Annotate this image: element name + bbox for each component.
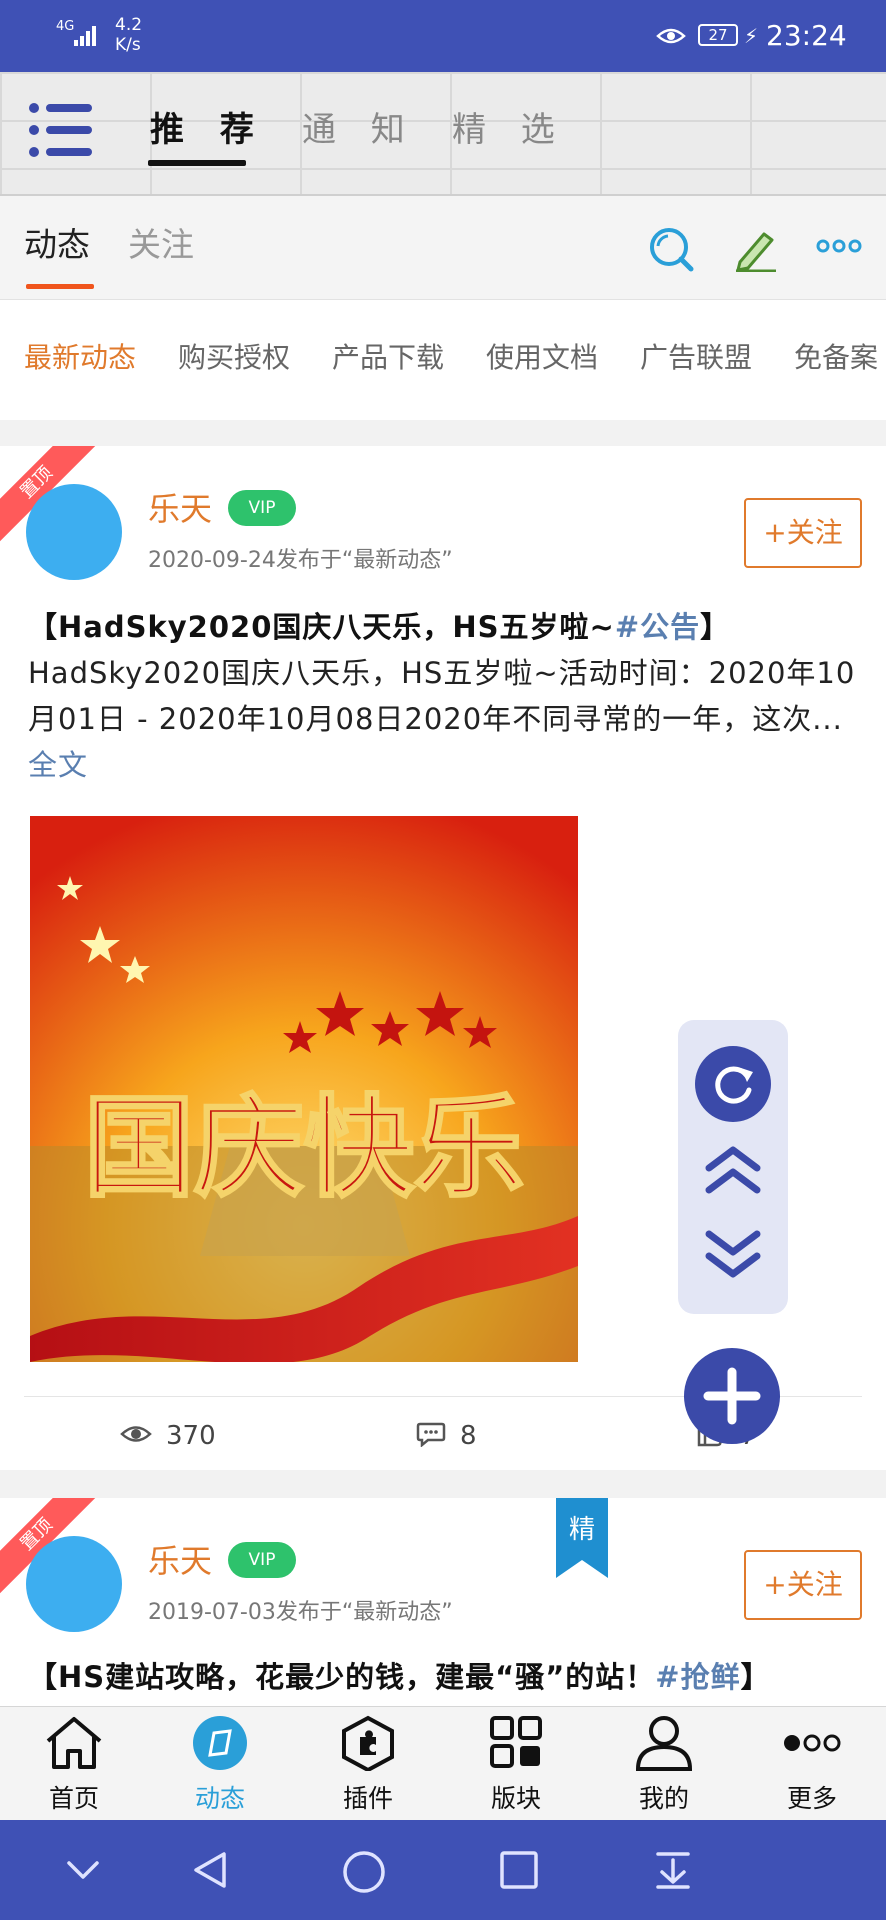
- eye-comfort-icon: [656, 28, 686, 44]
- vip-badge: VIP: [228, 1542, 296, 1578]
- read-more-link[interactable]: 全文: [28, 748, 88, 782]
- post-card[interactable]: 置顶 精 乐天 VIP 2019-07-03发布于“最新动态” +关注 【HS建…: [0, 1498, 886, 1706]
- edit-icon[interactable]: [732, 226, 778, 272]
- category-no-icp[interactable]: 免备案: [794, 336, 878, 376]
- system-navigation: [0, 1820, 886, 1920]
- clock: 23:24: [766, 19, 847, 52]
- poster-text: 国庆快乐: [84, 1083, 524, 1212]
- comment-icon[interactable]: [416, 1421, 446, 1447]
- more-dots-icon: [784, 1734, 841, 1752]
- post-title-end: 】: [740, 1660, 771, 1694]
- post-content[interactable]: 【HadSky2020国庆八天乐，HS五岁啦~#公告】 HadSky2020国庆八…: [28, 604, 858, 788]
- follow-button[interactable]: +关注: [744, 1550, 862, 1620]
- tab-featured[interactable]: 精 选: [452, 102, 567, 151]
- post-card[interactable]: 置顶 乐天 VIP 2020-09-24发布于“最新动态” +关注 【HadSk…: [0, 446, 886, 1470]
- nav-more-label: 更多: [786, 1784, 837, 1813]
- plugin-icon: [342, 1715, 394, 1773]
- app-screen: 4G 4.2 K/s 27 ⚡ 23:24 推 荐 通 知 精 选 动态 关注 …: [0, 0, 886, 1920]
- nav-activity-label: 动态: [194, 1784, 245, 1813]
- views-count: 370: [166, 1421, 216, 1451]
- scroll-top-icon[interactable]: [703, 1144, 763, 1196]
- grid-icon: [490, 1716, 542, 1768]
- scroll-tools: [678, 1020, 788, 1314]
- category-download[interactable]: 产品下载: [332, 336, 444, 376]
- nav-plugins-label: 插件: [342, 1784, 393, 1813]
- battery-icon: 27: [698, 24, 738, 46]
- refresh-icon[interactable]: [695, 1046, 771, 1122]
- more-icon[interactable]: [816, 236, 862, 256]
- nav-more[interactable]: 更多: [752, 1715, 872, 1815]
- nav-home[interactable]: 首页: [14, 1715, 134, 1815]
- speed-unit: K/s: [115, 35, 141, 55]
- signal-icon: [74, 26, 96, 46]
- category-ads[interactable]: 广告联盟: [640, 336, 752, 376]
- active-tab-indicator: [148, 160, 246, 166]
- status-bar: 4G 4.2 K/s 27 ⚡ 23:24: [0, 0, 886, 72]
- nav-activity[interactable]: 动态: [160, 1715, 280, 1815]
- vip-badge: VIP: [228, 490, 296, 526]
- top-navigation: 推 荐 通 知 精 选: [0, 72, 886, 196]
- tab-following[interactable]: 关注: [128, 218, 194, 266]
- sub-header: 动态 关注: [0, 196, 886, 300]
- author-name[interactable]: 乐天: [148, 484, 212, 530]
- avatar[interactable]: [26, 1536, 122, 1632]
- post-title: 【HadSky2020国庆八天乐，HS五岁啦~: [28, 610, 615, 644]
- new-post-button[interactable]: [684, 1348, 780, 1444]
- post-content[interactable]: 【HS建站攻略，花最少的钱，建最“骚”的站！#抢鲜】: [28, 1654, 858, 1700]
- post-title-end: 】: [700, 610, 731, 644]
- comments-count: 8: [460, 1421, 477, 1451]
- charging-icon: ⚡: [744, 24, 759, 48]
- nav-home-label: 首页: [48, 1784, 99, 1813]
- user-icon: [635, 1716, 693, 1771]
- category-docs[interactable]: 使用文档: [486, 336, 598, 376]
- nav-boards[interactable]: 版块: [456, 1715, 576, 1815]
- home-circle-icon[interactable]: [342, 1850, 386, 1894]
- nav-profile[interactable]: 我的: [604, 1715, 724, 1815]
- category-bar: 最新动态 购买授权 产品下载 使用文档 广告联盟 免备案: [0, 300, 886, 420]
- notification-shade-icon[interactable]: [654, 1850, 692, 1890]
- author-name[interactable]: 乐天: [148, 1536, 212, 1582]
- post-tag[interactable]: #抢鲜: [655, 1660, 740, 1694]
- post-tag[interactable]: #公告: [615, 610, 700, 644]
- speed-value: 4.2: [115, 15, 143, 35]
- post-meta: 2019-07-03发布于“最新动态”: [148, 1600, 453, 1625]
- back-icon[interactable]: [190, 1850, 230, 1890]
- avatar[interactable]: [26, 484, 122, 580]
- recents-icon[interactable]: [500, 1850, 538, 1890]
- subtab-indicator: [26, 284, 94, 289]
- featured-badge: 精: [556, 1498, 608, 1578]
- category-purchase[interactable]: 购买授权: [178, 336, 290, 376]
- tab-notifications[interactable]: 通 知: [302, 102, 417, 151]
- bottom-navigation: 首页 动态 插件 版块 我的 更多: [0, 1706, 886, 1820]
- nav-plugins[interactable]: 插件: [308, 1715, 428, 1815]
- post-title: 【HS建站攻略，花最少的钱，建最“骚”的站！: [28, 1660, 656, 1694]
- post-excerpt: HadSky2020国庆八天乐，HS五岁啦~活动时间：2020年10月01日 -…: [28, 656, 856, 736]
- category-latest[interactable]: 最新动态: [24, 336, 136, 376]
- post-meta: 2020-09-24发布于“最新动态”: [148, 548, 453, 573]
- scroll-bottom-icon[interactable]: [703, 1228, 763, 1280]
- views-icon: [120, 1426, 152, 1442]
- menu-icon[interactable]: [28, 100, 94, 160]
- tab-activity[interactable]: 动态: [24, 218, 90, 266]
- post-image[interactable]: 国庆快乐: [30, 816, 578, 1362]
- nav-profile-label: 我的: [638, 1784, 689, 1813]
- follow-button[interactable]: +关注: [744, 498, 862, 568]
- plus-icon: [703, 1367, 761, 1425]
- tab-recommend[interactable]: 推 荐: [150, 102, 266, 151]
- network-speed: 4.2 K/s: [115, 15, 142, 55]
- collapse-icon[interactable]: [66, 1858, 100, 1882]
- home-icon: [46, 1717, 102, 1769]
- featured-badge-text: 精: [569, 1515, 595, 1545]
- nav-boards-label: 版块: [490, 1784, 541, 1813]
- compass-icon: [193, 1716, 247, 1770]
- search-icon[interactable]: [648, 226, 694, 272]
